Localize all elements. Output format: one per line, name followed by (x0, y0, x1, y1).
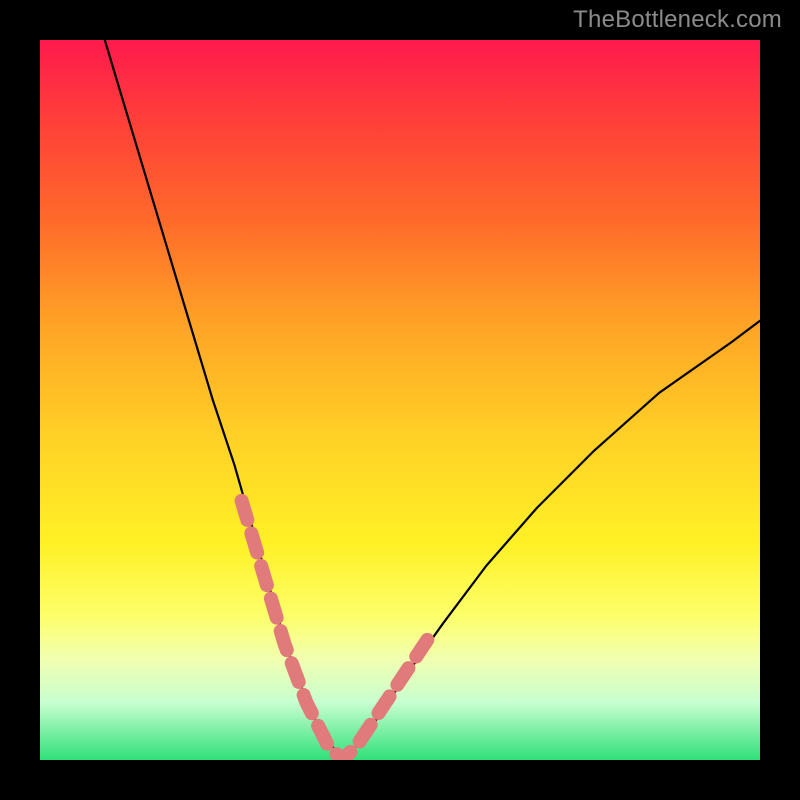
bottleneck-curve (105, 40, 760, 760)
highlighted-segment (242, 501, 429, 760)
plot-area (40, 40, 760, 760)
chart-svg (40, 40, 760, 760)
watermark-text: TheBottleneck.com (573, 6, 782, 34)
chart-frame: TheBottleneck.com (0, 0, 800, 800)
